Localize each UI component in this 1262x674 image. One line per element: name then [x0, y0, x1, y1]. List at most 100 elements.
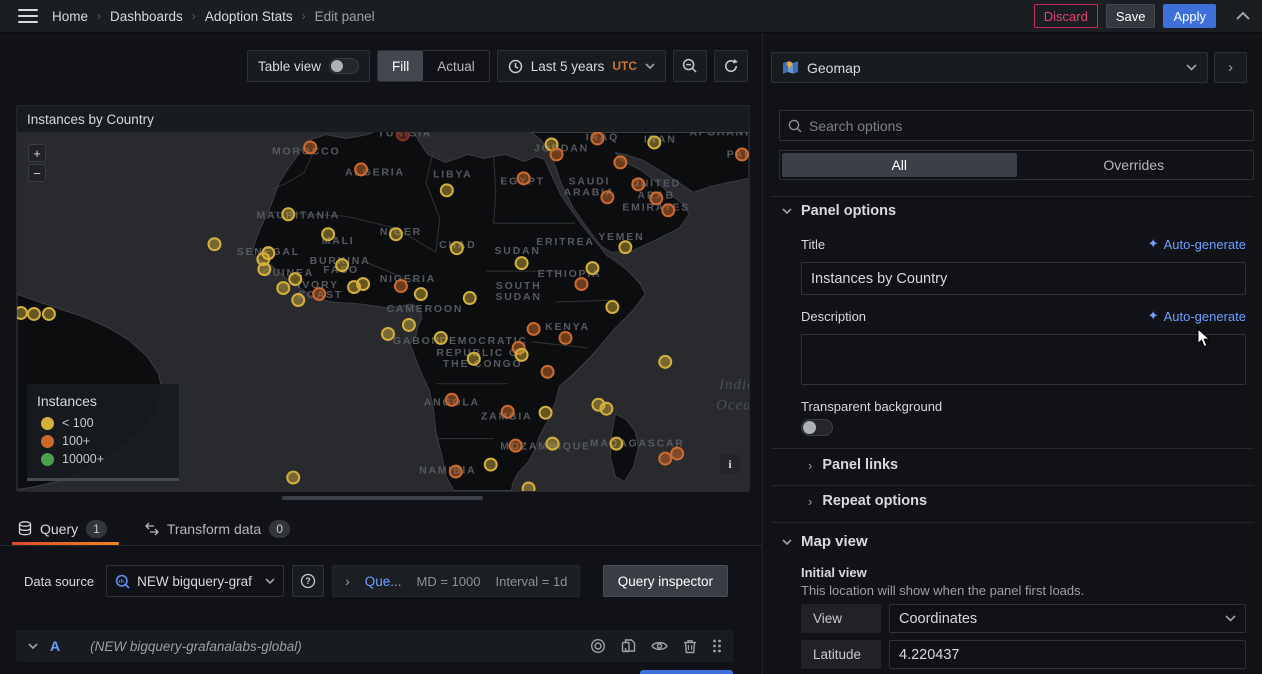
- map-view-section-header[interactable]: Map view: [782, 533, 868, 550]
- description-field-label: Description: [801, 309, 866, 324]
- record-ring-icon[interactable]: [590, 638, 606, 654]
- svg-text:SAUDI: SAUDI: [569, 176, 611, 187]
- query-row-actions: [590, 638, 722, 654]
- svg-text:MAURITANIA: MAURITANIA: [256, 210, 339, 221]
- tab-overrides[interactable]: Overrides: [1017, 153, 1252, 177]
- view-select[interactable]: Coordinates: [889, 604, 1246, 633]
- viz-suggestions-expand-button[interactable]: ›: [1214, 52, 1247, 83]
- map-zoom-out-button[interactable]: −: [28, 164, 46, 182]
- query-inspector-button[interactable]: Query inspector: [603, 565, 728, 597]
- query-options-collapsed[interactable]: › Que... MD = 1000 Interval = 1d: [332, 565, 580, 597]
- options-search-input[interactable]: [809, 118, 1245, 134]
- tab-transform-data[interactable]: Transform data 0: [143, 512, 292, 545]
- chevron-down-icon: [265, 578, 275, 584]
- table-view-toggle[interactable]: [329, 58, 359, 74]
- apply-button[interactable]: Apply: [1163, 4, 1216, 28]
- view-field-label: View: [801, 604, 881, 633]
- tab-query[interactable]: Query 1: [16, 512, 109, 545]
- trash-icon[interactable]: [683, 639, 697, 654]
- legend-title: Instances: [37, 393, 169, 409]
- query-options-link[interactable]: Que...: [365, 574, 402, 589]
- sparkle-icon: ✦: [1148, 308, 1159, 324]
- map-view-heading: Map view: [801, 533, 868, 550]
- svg-text:SUDAN: SUDAN: [495, 246, 541, 257]
- repeat-options-section[interactable]: › Repeat options: [808, 493, 927, 509]
- breadcrumb-adoption-stats[interactable]: Adoption Stats: [205, 9, 293, 24]
- map-canvas[interactable]: MOROCCOTUNISIAALGERIALIBYAEGYPTJORDANIRA…: [17, 132, 749, 491]
- database-icon: [18, 521, 32, 536]
- svg-text:GABON: GABON: [393, 336, 441, 347]
- svg-text:AFGHANISTAN: AFGHANISTAN: [689, 132, 749, 138]
- chevron-down-icon: [645, 63, 655, 69]
- title-autogenerate-link[interactable]: ✦ Auto-generate: [1148, 236, 1246, 252]
- chevron-down-icon[interactable]: [28, 643, 38, 649]
- save-button[interactable]: Save: [1106, 4, 1156, 28]
- datasource-picker[interactable]: NEW bigquery-graf: [106, 565, 284, 597]
- time-range-label: Last 5 years: [531, 59, 605, 74]
- options-filter-tabs: All Overrides: [779, 150, 1254, 180]
- latitude-field-label: Latitude: [801, 640, 881, 669]
- query-tabbar: Query 1 Transform data 0: [0, 512, 762, 546]
- breadcrumb-edit-panel: Edit panel: [315, 9, 375, 24]
- query-row-a[interactable]: A (NEW bigquery-grafanalabs-global): [16, 630, 734, 662]
- transparent-background-toggle[interactable]: [801, 419, 833, 436]
- panel-links-section[interactable]: › Panel links: [808, 457, 898, 473]
- initial-view-hint: This location will show when the panel f…: [801, 583, 1084, 598]
- breadcrumb-home[interactable]: Home: [52, 9, 88, 24]
- actual-option[interactable]: Actual: [423, 51, 489, 81]
- chevron-right-icon: ›: [808, 494, 812, 509]
- panel-options-heading: Panel options: [801, 203, 896, 219]
- discard-button[interactable]: Discard: [1034, 4, 1098, 28]
- map-legend: Instances < 100100+10000+: [27, 384, 179, 481]
- query-datasource-name: (NEW bigquery-grafanalabs-global): [90, 639, 302, 654]
- panel-title[interactable]: Instances by Country: [17, 106, 749, 132]
- divider: [771, 196, 1254, 197]
- svg-text:?: ?: [305, 576, 311, 586]
- datasource-label: Data source: [24, 574, 94, 589]
- datasource-row: Data source NEW bigquery-graf ? › Que...…: [0, 565, 762, 597]
- divider: [771, 522, 1254, 523]
- datasource-value: NEW bigquery-graf: [137, 574, 258, 589]
- table-view-toggle-group: Table view: [247, 50, 370, 82]
- transform-count-badge: 0: [269, 520, 290, 538]
- map-attribution-info-button[interactable]: i: [720, 454, 740, 474]
- chevron-down-icon: [782, 539, 792, 545]
- chevron-down-icon: [782, 208, 792, 214]
- bigquery-icon: [115, 574, 130, 589]
- panel-title-input[interactable]: [801, 262, 1246, 295]
- panel-description-textarea[interactable]: [801, 334, 1246, 385]
- legend-item: < 100: [41, 416, 169, 430]
- chevron-right-icon: ›: [192, 9, 196, 23]
- legend-item: 10000+: [41, 452, 169, 466]
- drag-handle-icon[interactable]: [712, 638, 722, 654]
- run-query-button-partial[interactable]: [640, 670, 733, 674]
- chevron-up-icon[interactable]: [1236, 12, 1250, 20]
- latitude-input[interactable]: 4.220437: [889, 640, 1246, 669]
- horizontal-scrollbar[interactable]: [282, 496, 483, 500]
- menu-icon[interactable]: [18, 9, 38, 23]
- max-data-points-value: MD = 1000: [417, 574, 481, 589]
- hide-response-eye-icon[interactable]: [651, 640, 668, 652]
- datasource-help-button[interactable]: ?: [292, 565, 324, 597]
- visualization-picker[interactable]: Geomap: [771, 52, 1208, 83]
- panel-options-section-header[interactable]: Panel options: [782, 203, 896, 219]
- zoom-out-time-button[interactable]: [673, 50, 707, 82]
- tab-transform-label: Transform data: [167, 521, 261, 537]
- chevron-down-icon: [1225, 615, 1236, 622]
- time-range-picker[interactable]: Last 5 years UTC: [497, 50, 666, 82]
- chevron-right-icon: ›: [808, 458, 812, 473]
- repeat-options-heading: Repeat options: [822, 493, 927, 509]
- breadcrumb-dashboards[interactable]: Dashboards: [110, 9, 183, 24]
- duplicate-icon[interactable]: [621, 638, 636, 654]
- chevron-right-icon: ›: [302, 9, 306, 23]
- description-autogenerate-link[interactable]: ✦ Auto-generate: [1148, 308, 1246, 324]
- map-zoom-in-button[interactable]: +: [28, 144, 46, 162]
- divider: [771, 485, 1254, 486]
- refresh-button[interactable]: [714, 50, 748, 82]
- initial-view-label: Initial view: [801, 565, 867, 580]
- fill-option[interactable]: Fill: [378, 51, 423, 81]
- tab-all[interactable]: All: [782, 153, 1017, 177]
- grafana-panel-editor: { "nav": { "breadcrumb": ["Home", "Dashb…: [0, 0, 1262, 674]
- transparent-background-label: Transparent background: [801, 399, 942, 414]
- panel-toolbar: Table view Fill Actual Last 5 years UTC: [247, 50, 748, 82]
